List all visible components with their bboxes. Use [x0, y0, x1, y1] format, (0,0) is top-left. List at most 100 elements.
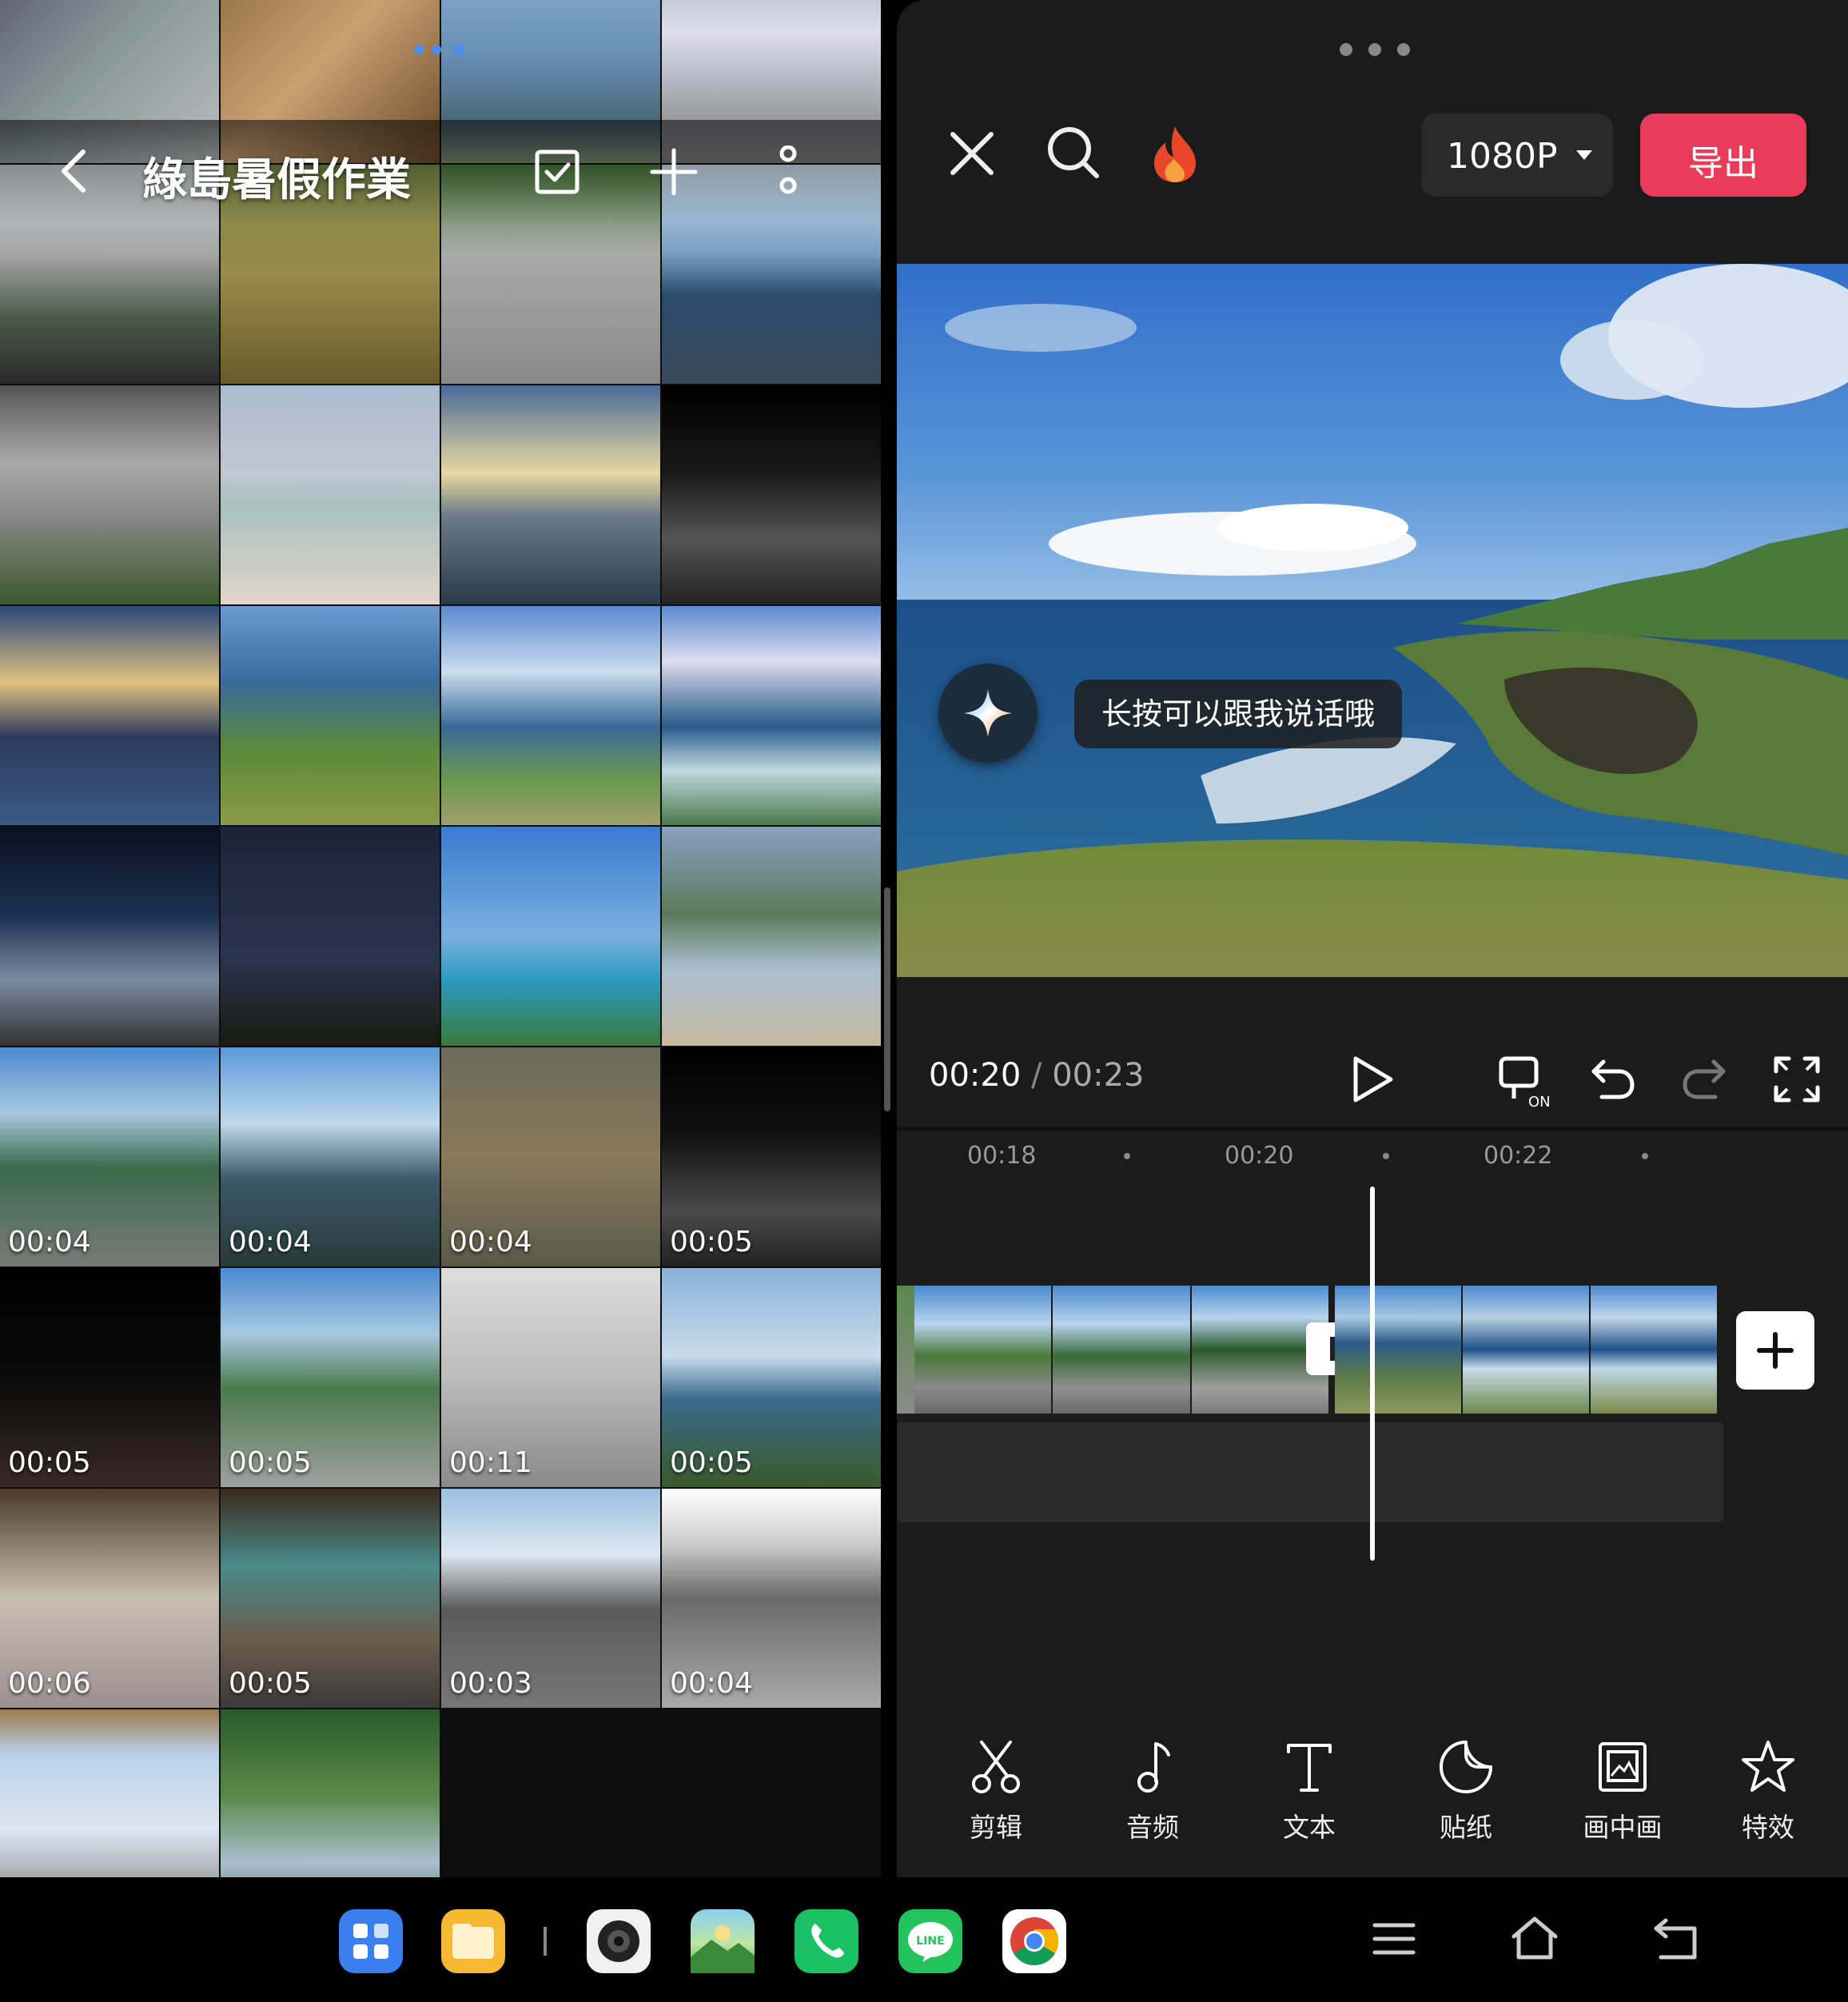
- tool-effects-label: 特效: [1742, 1812, 1794, 1843]
- video-preview[interactable]: 长按可以跟我说话哦: [897, 264, 1848, 977]
- video-tile[interactable]: 00:04: [441, 1047, 660, 1266]
- tool-edit[interactable]: 剪辑: [932, 1739, 1060, 1844]
- photo-tile[interactable]: [221, 385, 440, 604]
- resolution-dropdown[interactable]: 1080P: [1421, 114, 1613, 197]
- video-clip-track[interactable]: [897, 1286, 1717, 1414]
- photo-tile[interactable]: [0, 385, 219, 604]
- video-tile[interactable]: 00:05: [662, 1047, 881, 1266]
- redo-icon[interactable]: [1680, 1055, 1728, 1103]
- photo-tile[interactable]: [0, 827, 219, 1046]
- video-duration: 00:04: [670, 1667, 753, 1700]
- ruler-tick-label: 00:20: [1225, 1142, 1294, 1170]
- scissors-icon: [972, 1741, 1020, 1793]
- video-tile[interactable]: 00:05: [662, 1268, 881, 1487]
- video-clip[interactable]: [897, 1286, 1328, 1414]
- dock-divider: [544, 1927, 547, 1956]
- playback-time: 00:20 / 00:23: [929, 1057, 1144, 1094]
- back-nav-icon[interactable]: [1651, 1916, 1703, 1962]
- video-tile[interactable]: 00:04: [662, 1489, 881, 1708]
- photo-tile[interactable]: [441, 606, 660, 825]
- video-tile[interactable]: 00:03: [441, 1489, 660, 1708]
- more-options-icon[interactable]: [772, 145, 804, 198]
- fullscreen-icon[interactable]: [1771, 1054, 1822, 1105]
- playhead[interactable]: [1370, 1186, 1375, 1561]
- tool-text[interactable]: 文本: [1245, 1739, 1373, 1844]
- undo-icon[interactable]: [1589, 1055, 1637, 1103]
- text-icon: [1287, 1744, 1332, 1792]
- ruler-dot: [1124, 1153, 1130, 1159]
- chevron-down-icon: [1576, 150, 1592, 160]
- video-duration: 00:05: [670, 1226, 753, 1258]
- ai-hint-tooltip: 长按可以跟我说话哦: [1074, 680, 1403, 748]
- video-tile[interactable]: 00:11: [441, 1268, 660, 1487]
- tool-audio[interactable]: 音频: [1089, 1739, 1217, 1844]
- video-duration: 00:05: [670, 1446, 753, 1479]
- files-icon[interactable]: [441, 1909, 505, 1973]
- play-icon[interactable]: [1349, 1054, 1397, 1105]
- video-tile[interactable]: 00:04: [0, 1047, 219, 1266]
- gallery-scrollbar[interactable]: [884, 887, 890, 1111]
- camera-icon[interactable]: [587, 1909, 651, 1973]
- sparkle-icon: [964, 689, 1012, 737]
- video-clip[interactable]: [1335, 1286, 1717, 1414]
- tool-pip-label: 画中画: [1583, 1812, 1663, 1843]
- export-label: 导出: [1688, 143, 1758, 184]
- video-tile[interactable]: 00:05: [221, 1489, 440, 1708]
- audio-track[interactable]: [897, 1422, 1723, 1522]
- tool-pip[interactable]: 画中画: [1559, 1739, 1687, 1844]
- tool-sticker[interactable]: 贴纸: [1402, 1739, 1530, 1844]
- close-icon[interactable]: [946, 128, 998, 179]
- add-icon[interactable]: [649, 147, 699, 197]
- video-tile[interactable]: 00:05: [221, 1268, 440, 1487]
- tool-effects[interactable]: 特效: [1704, 1739, 1832, 1844]
- gallery-icon[interactable]: [691, 1909, 755, 1973]
- video-editor-panel: 1080P 导出 长按可以跟我说话哦 00:20 / 00:23 ON 00:1…: [897, 0, 1848, 1877]
- photo-tile[interactable]: [662, 606, 881, 825]
- app-drawer-icon[interactable]: [339, 1909, 403, 1973]
- gallery-panel: 00:04 00:04 00:04 00:05 00:05 00:05 00:1…: [0, 0, 881, 1877]
- video-tile[interactable]: 00:05: [0, 1268, 219, 1487]
- photo-tile[interactable]: [662, 385, 881, 604]
- window-handle-dots[interactable]: [1335, 40, 1415, 59]
- search-icon[interactable]: [1045, 125, 1101, 181]
- recent-apps-icon[interactable]: [1372, 1919, 1416, 1959]
- ai-hint-text: 长按可以跟我说话哦: [1101, 696, 1376, 732]
- back-icon[interactable]: [51, 147, 99, 195]
- flame-icon[interactable]: [1149, 123, 1201, 184]
- tool-sticker-label: 贴纸: [1440, 1812, 1492, 1843]
- photo-tile[interactable]: [221, 827, 440, 1046]
- plus-icon: [1757, 1332, 1794, 1369]
- resolution-label: 1080P: [1447, 136, 1558, 177]
- ai-assistant-button[interactable]: [938, 664, 1038, 763]
- svg-text:ON: ON: [1528, 1094, 1551, 1110]
- home-icon[interactable]: [1509, 1914, 1560, 1962]
- export-button[interactable]: 导出: [1640, 114, 1806, 197]
- ruler-tick-label: 00:22: [1484, 1142, 1553, 1170]
- select-checkbox-icon[interactable]: [532, 147, 582, 197]
- auto-caption-on-icon[interactable]: ON: [1498, 1054, 1554, 1111]
- photo-tile[interactable]: [221, 1709, 440, 1877]
- video-duration: 00:04: [449, 1226, 532, 1258]
- phone-icon[interactable]: [795, 1909, 858, 1973]
- video-tile[interactable]: 00:06: [0, 1489, 219, 1708]
- sticker-icon: [1440, 1741, 1492, 1793]
- effects-star-icon: [1742, 1741, 1794, 1792]
- chrome-icon[interactable]: [1002, 1909, 1066, 1973]
- photo-tile[interactable]: [662, 827, 881, 1046]
- photo-tile[interactable]: [221, 606, 440, 825]
- ruler-tick-label: 00:18: [967, 1142, 1037, 1170]
- ruler-dot: [1642, 1153, 1648, 1159]
- photo-tile[interactable]: [441, 827, 660, 1046]
- photo-tile[interactable]: [441, 385, 660, 604]
- video-duration: 00:05: [229, 1667, 312, 1700]
- photo-tile[interactable]: [0, 606, 219, 825]
- video-duration: 00:03: [449, 1667, 532, 1700]
- video-duration: 00:06: [8, 1667, 91, 1700]
- coastal-landscape-frame: [897, 264, 1848, 977]
- ruler-dot: [1383, 1153, 1389, 1159]
- line-icon[interactable]: LINE: [898, 1909, 962, 1973]
- photo-tile[interactable]: [0, 1709, 219, 1877]
- photo-grid: 00:04 00:04 00:04 00:05 00:05 00:05 00:1…: [0, 0, 881, 1877]
- add-clip-button[interactable]: [1736, 1311, 1814, 1390]
- video-tile[interactable]: 00:04: [221, 1047, 440, 1266]
